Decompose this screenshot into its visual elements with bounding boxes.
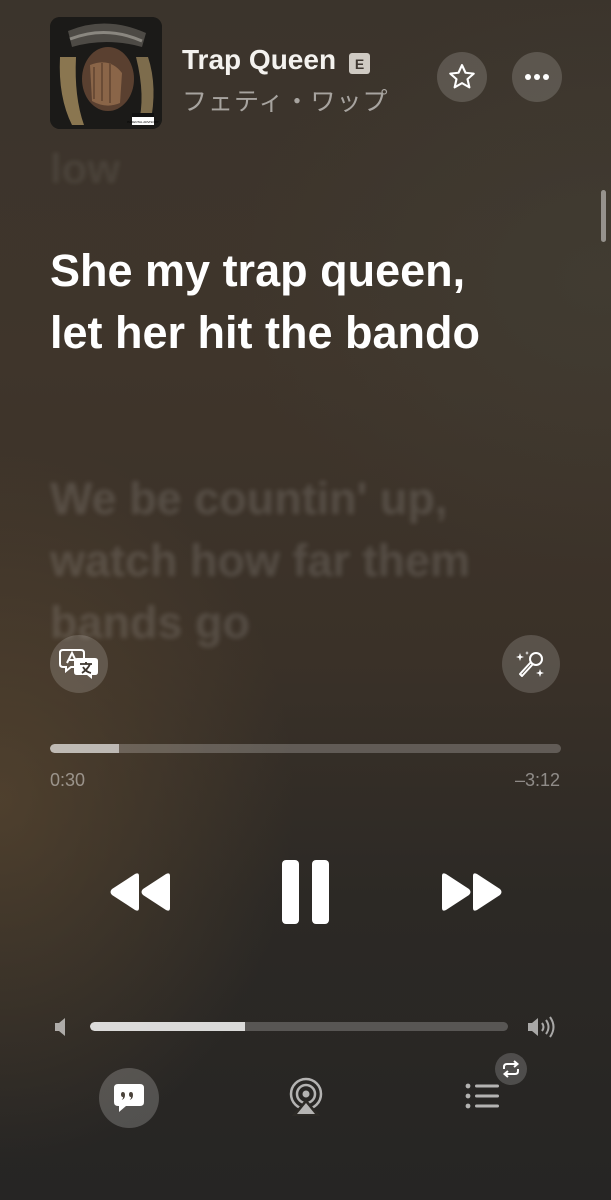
explicit-badge: E bbox=[349, 53, 370, 74]
playback-progress-bar[interactable] bbox=[50, 744, 561, 753]
album-art[interactable]: PARENTAL ADVISORY bbox=[50, 17, 162, 129]
track-title[interactable]: Trap Queen bbox=[182, 44, 336, 76]
list-icon bbox=[465, 1083, 499, 1109]
airplay-icon bbox=[289, 1077, 323, 1116]
queue-button[interactable] bbox=[464, 1080, 502, 1112]
repeat-indicator[interactable] bbox=[495, 1053, 527, 1085]
translate-lyrics-button[interactable] bbox=[50, 635, 108, 693]
more-options-button[interactable] bbox=[512, 52, 562, 102]
remaining-time: –3:12 bbox=[514, 770, 560, 790]
favorite-button[interactable] bbox=[437, 52, 487, 102]
translate-icon bbox=[59, 649, 98, 679]
lyrics-button[interactable] bbox=[99, 1068, 159, 1128]
quote-bubble-icon bbox=[114, 1084, 144, 1112]
pause-icon bbox=[282, 860, 329, 924]
playback-progress-fill bbox=[50, 744, 119, 753]
volume-low-icon bbox=[52, 1015, 72, 1039]
volume-slider-fill bbox=[90, 1022, 245, 1031]
lyric-next-line[interactable]: We be countin' up, watch how far them ba… bbox=[50, 468, 520, 654]
rewind-button[interactable] bbox=[104, 866, 176, 918]
elapsed-time: 0:30 bbox=[50, 770, 86, 790]
fast-forward-icon bbox=[442, 873, 502, 911]
repeat-icon bbox=[502, 1060, 520, 1078]
fast-forward-button[interactable] bbox=[436, 866, 508, 918]
star-icon bbox=[449, 64, 475, 89]
lyrics-scrollbar[interactable] bbox=[601, 190, 606, 242]
lyric-previous-line[interactable]: low bbox=[50, 145, 120, 193]
lyric-current-line[interactable]: She my trap queen, let her hit the bando bbox=[50, 240, 520, 364]
volume-high-icon bbox=[526, 1013, 560, 1041]
ellipsis-icon bbox=[525, 74, 549, 80]
pause-button[interactable] bbox=[276, 856, 336, 928]
rewind-icon bbox=[110, 873, 170, 911]
artist-name[interactable]: フェティ・ワップ bbox=[182, 82, 389, 118]
parental-advisory-label: PARENTAL ADVISORY bbox=[127, 120, 158, 124]
sing-button[interactable] bbox=[502, 635, 560, 693]
airplay-button[interactable] bbox=[287, 1076, 325, 1116]
volume-slider[interactable] bbox=[90, 1022, 508, 1031]
microphone-sparkle-icon bbox=[516, 651, 544, 677]
